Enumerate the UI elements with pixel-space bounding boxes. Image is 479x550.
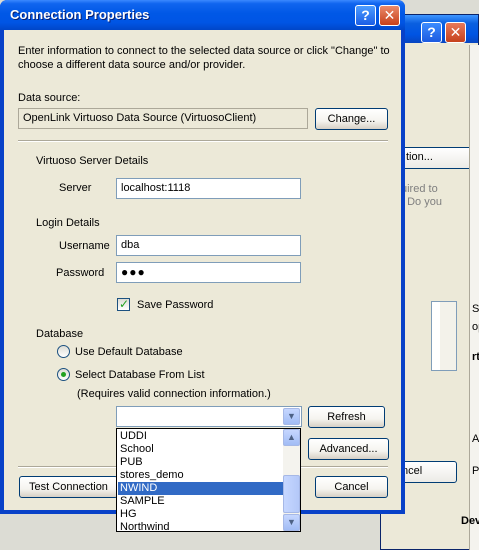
help-icon[interactable]: ? <box>355 5 376 26</box>
background-listbox-scrollbar[interactable] <box>440 302 456 370</box>
dialog-title: Connection Properties <box>10 7 150 22</box>
use-default-database-radio[interactable] <box>57 345 70 358</box>
username-input[interactable]: dba <box>116 235 301 256</box>
server-input[interactable]: localhost:1118 <box>116 178 301 199</box>
test-connection-button[interactable]: Test Connection <box>19 476 118 498</box>
database-heading: Database <box>36 328 84 340</box>
background-listbox[interactable] <box>431 301 457 371</box>
dropdown-item[interactable]: stores_demo <box>118 469 284 482</box>
dropdown-item[interactable]: PUB <box>118 456 284 469</box>
dialog-titlebar[interactable]: Connection Properties ? ✕ <box>0 0 405 30</box>
background-fragment-text: uired to . Do you <box>401 183 442 209</box>
background-side-text: rt <box>472 351 479 363</box>
background-side-text: P <box>472 465 479 477</box>
background-close-icon[interactable]: ✕ <box>445 22 466 43</box>
scrollbar-thumb[interactable] <box>283 475 300 513</box>
background-bottom-text: Dev <box>461 515 479 527</box>
dropdown-item[interactable]: HG <box>118 508 284 521</box>
save-password-label[interactable]: Save Password <box>137 299 213 312</box>
data-source-label: Data source: <box>18 92 81 104</box>
change-button[interactable]: Change... <box>315 108 388 130</box>
server-label: Server <box>59 182 92 194</box>
radio-selected-dot <box>61 372 66 377</box>
dropdown-item[interactable]: Northwind <box>118 521 284 531</box>
connection-requirement-note: (Requires valid connection information.) <box>77 388 271 400</box>
cancel-button[interactable]: Cancel <box>315 476 388 498</box>
select-database-from-list-radio[interactable] <box>57 368 70 381</box>
background-fragment-button-label: tion... <box>406 151 433 163</box>
dropdown-item[interactable]: SAMPLE <box>118 495 284 508</box>
background-side-panel: S op rt A P <box>469 45 479 550</box>
background-fragment-line: . Do you <box>401 196 442 208</box>
chevron-down-icon[interactable]: ▼ <box>283 408 300 425</box>
scroll-up-icon[interactable]: ▲ <box>283 429 300 446</box>
background-help-icon[interactable]: ? <box>421 22 442 43</box>
data-source-field: OpenLink Virtuoso Data Source (VirtuosoC… <box>18 108 308 129</box>
database-combobox[interactable]: ▼ <box>116 406 302 427</box>
login-details-heading: Login Details <box>36 217 100 229</box>
background-fragment-button[interactable]: tion... <box>401 147 476 169</box>
background-cancel-label: ncel <box>402 465 423 477</box>
select-database-from-list-label[interactable]: Select Database From List <box>75 369 205 382</box>
background-side-text: A <box>472 433 479 445</box>
background-side-text: op <box>472 321 479 333</box>
password-label: Password <box>56 267 105 279</box>
advanced-button[interactable]: Advanced... <box>308 438 389 460</box>
dropdown-item[interactable]: UDDI <box>118 430 284 443</box>
scroll-down-icon[interactable]: ▼ <box>283 514 300 531</box>
use-default-database-label[interactable]: Use Default Database <box>75 346 183 359</box>
password-input[interactable]: ●●● <box>116 262 301 283</box>
dropdown-scrollbar[interactable]: ▲ ▼ <box>283 429 300 531</box>
dropdown-item[interactable]: School <box>118 443 284 456</box>
background-fragment-line: uired to <box>401 183 438 195</box>
password-mask: ●●● <box>121 265 146 279</box>
close-icon[interactable]: ✕ <box>379 5 400 26</box>
database-dropdown-list[interactable]: UDDI School PUB stores_demo NWIND SAMPLE… <box>116 428 301 532</box>
server-details-heading: Virtuoso Server Details <box>36 155 149 167</box>
background-side-text: S <box>472 303 479 315</box>
username-label: Username <box>59 240 110 252</box>
checkmark-icon: ✓ <box>119 297 130 311</box>
separator <box>18 140 388 142</box>
save-password-checkbox[interactable]: ✓ <box>117 297 130 311</box>
refresh-button[interactable]: Refresh <box>308 406 385 428</box>
intro-text: Enter information to connect to the sele… <box>18 45 390 71</box>
dropdown-item-selected[interactable]: NWIND <box>118 482 284 495</box>
